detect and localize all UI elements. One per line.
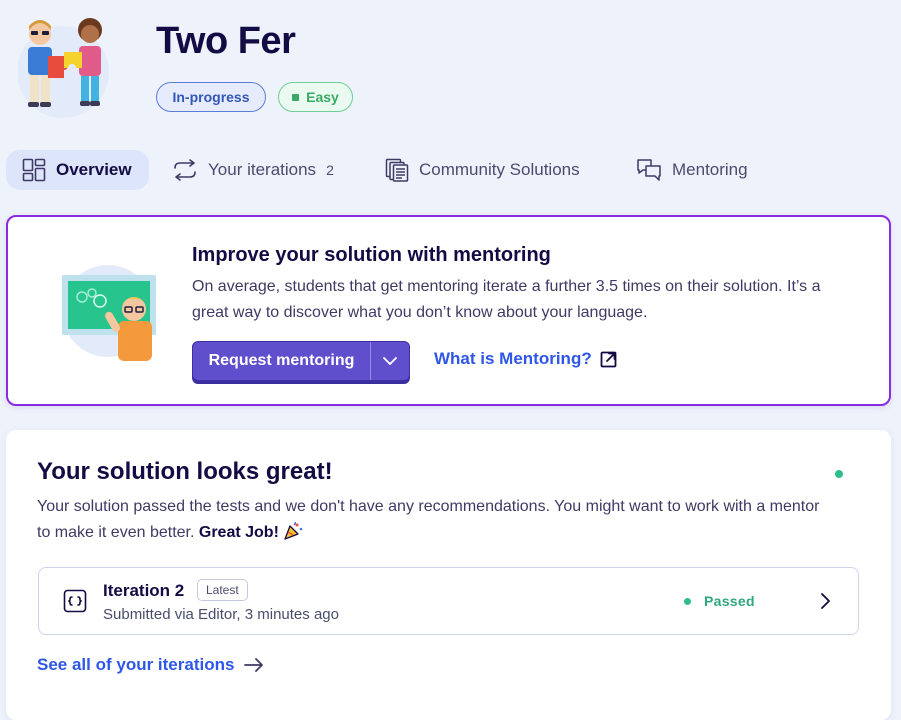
iterations-count: 2 <box>326 162 334 178</box>
tab-community-solutions-label: Community Solutions <box>419 160 580 179</box>
mentoring-card-title: Improve your solution with mentoring <box>192 244 551 266</box>
mentoring-icon <box>637 159 661 181</box>
difficulty-badge-label: Easy <box>306 89 339 105</box>
solution-description-text: Your solution passed the tests and we do… <box>37 498 820 541</box>
tab-mentoring[interactable]: Mentoring <box>636 150 748 190</box>
community-solutions-icon <box>385 158 409 182</box>
external-link-icon <box>600 351 617 368</box>
chevron-right-icon <box>821 593 830 609</box>
mentoring-card: Improve your solution with mentoring On … <box>6 215 891 406</box>
status-dot-icon <box>835 470 843 478</box>
exercise-tabs: Overview Your iterations 2 Community Sol… <box>6 150 896 190</box>
party-popper-icon <box>284 521 303 540</box>
iterations-icon <box>174 159 196 181</box>
mentoring-card-description: On average, students that get mentoring … <box>192 278 821 321</box>
iteration-submitted-text: Submitted via Editor, 3 minutes ago <box>103 606 339 623</box>
tab-overview[interactable]: Overview <box>6 150 149 190</box>
overview-icon <box>22 158 46 182</box>
difficulty-dot-icon <box>292 93 300 101</box>
see-all-iterations-link[interactable]: See all of your iterations <box>37 655 264 675</box>
tab-overview-label: Overview <box>56 160 132 179</box>
chevron-down-icon <box>383 356 397 365</box>
difficulty-badge: Easy <box>278 82 353 112</box>
code-file-icon <box>63 589 87 613</box>
iteration-status: Passed <box>704 593 755 609</box>
solution-description: Your solution passed the tests and we do… <box>37 494 837 546</box>
mentoring-illustration <box>60 261 160 361</box>
tab-iterations-label: Your iterations <box>208 160 317 179</box>
praise-text: Great Job! <box>198 524 279 541</box>
iteration-name: Iteration 2 <box>103 581 185 600</box>
see-all-iterations-label: See all of your iterations <box>37 655 235 674</box>
latest-badge: Latest <box>197 579 248 601</box>
iteration-row[interactable]: Iteration 2 Latest Submitted via Editor,… <box>38 567 859 635</box>
exercise-illustration <box>17 14 114 118</box>
tab-community-solutions[interactable]: Community Solutions <box>385 150 580 190</box>
solution-title: Your solution looks great! <box>37 458 333 485</box>
what-is-mentoring-link[interactable]: What is Mentoring? <box>434 349 618 369</box>
exercise-header: Two Fer In-progress Easy <box>0 0 901 140</box>
status-badge-label: In-progress <box>172 89 250 105</box>
request-mentoring-label: Request mentoring <box>208 352 355 369</box>
what-is-mentoring-label: What is Mentoring? <box>434 349 592 368</box>
exercise-title: Two Fer <box>156 20 296 62</box>
passed-dot-icon <box>684 598 691 605</box>
tab-mentoring-label: Mentoring <box>672 160 748 179</box>
solution-card: Your solution looks great! Your solution… <box>6 430 891 720</box>
arrow-right-icon <box>244 658 264 672</box>
status-badge: In-progress <box>156 82 266 112</box>
request-mentoring-dropdown[interactable] <box>370 342 409 380</box>
tab-iterations[interactable]: Your iterations 2 <box>172 150 334 190</box>
request-mentoring-button[interactable]: Request mentoring <box>192 341 410 381</box>
